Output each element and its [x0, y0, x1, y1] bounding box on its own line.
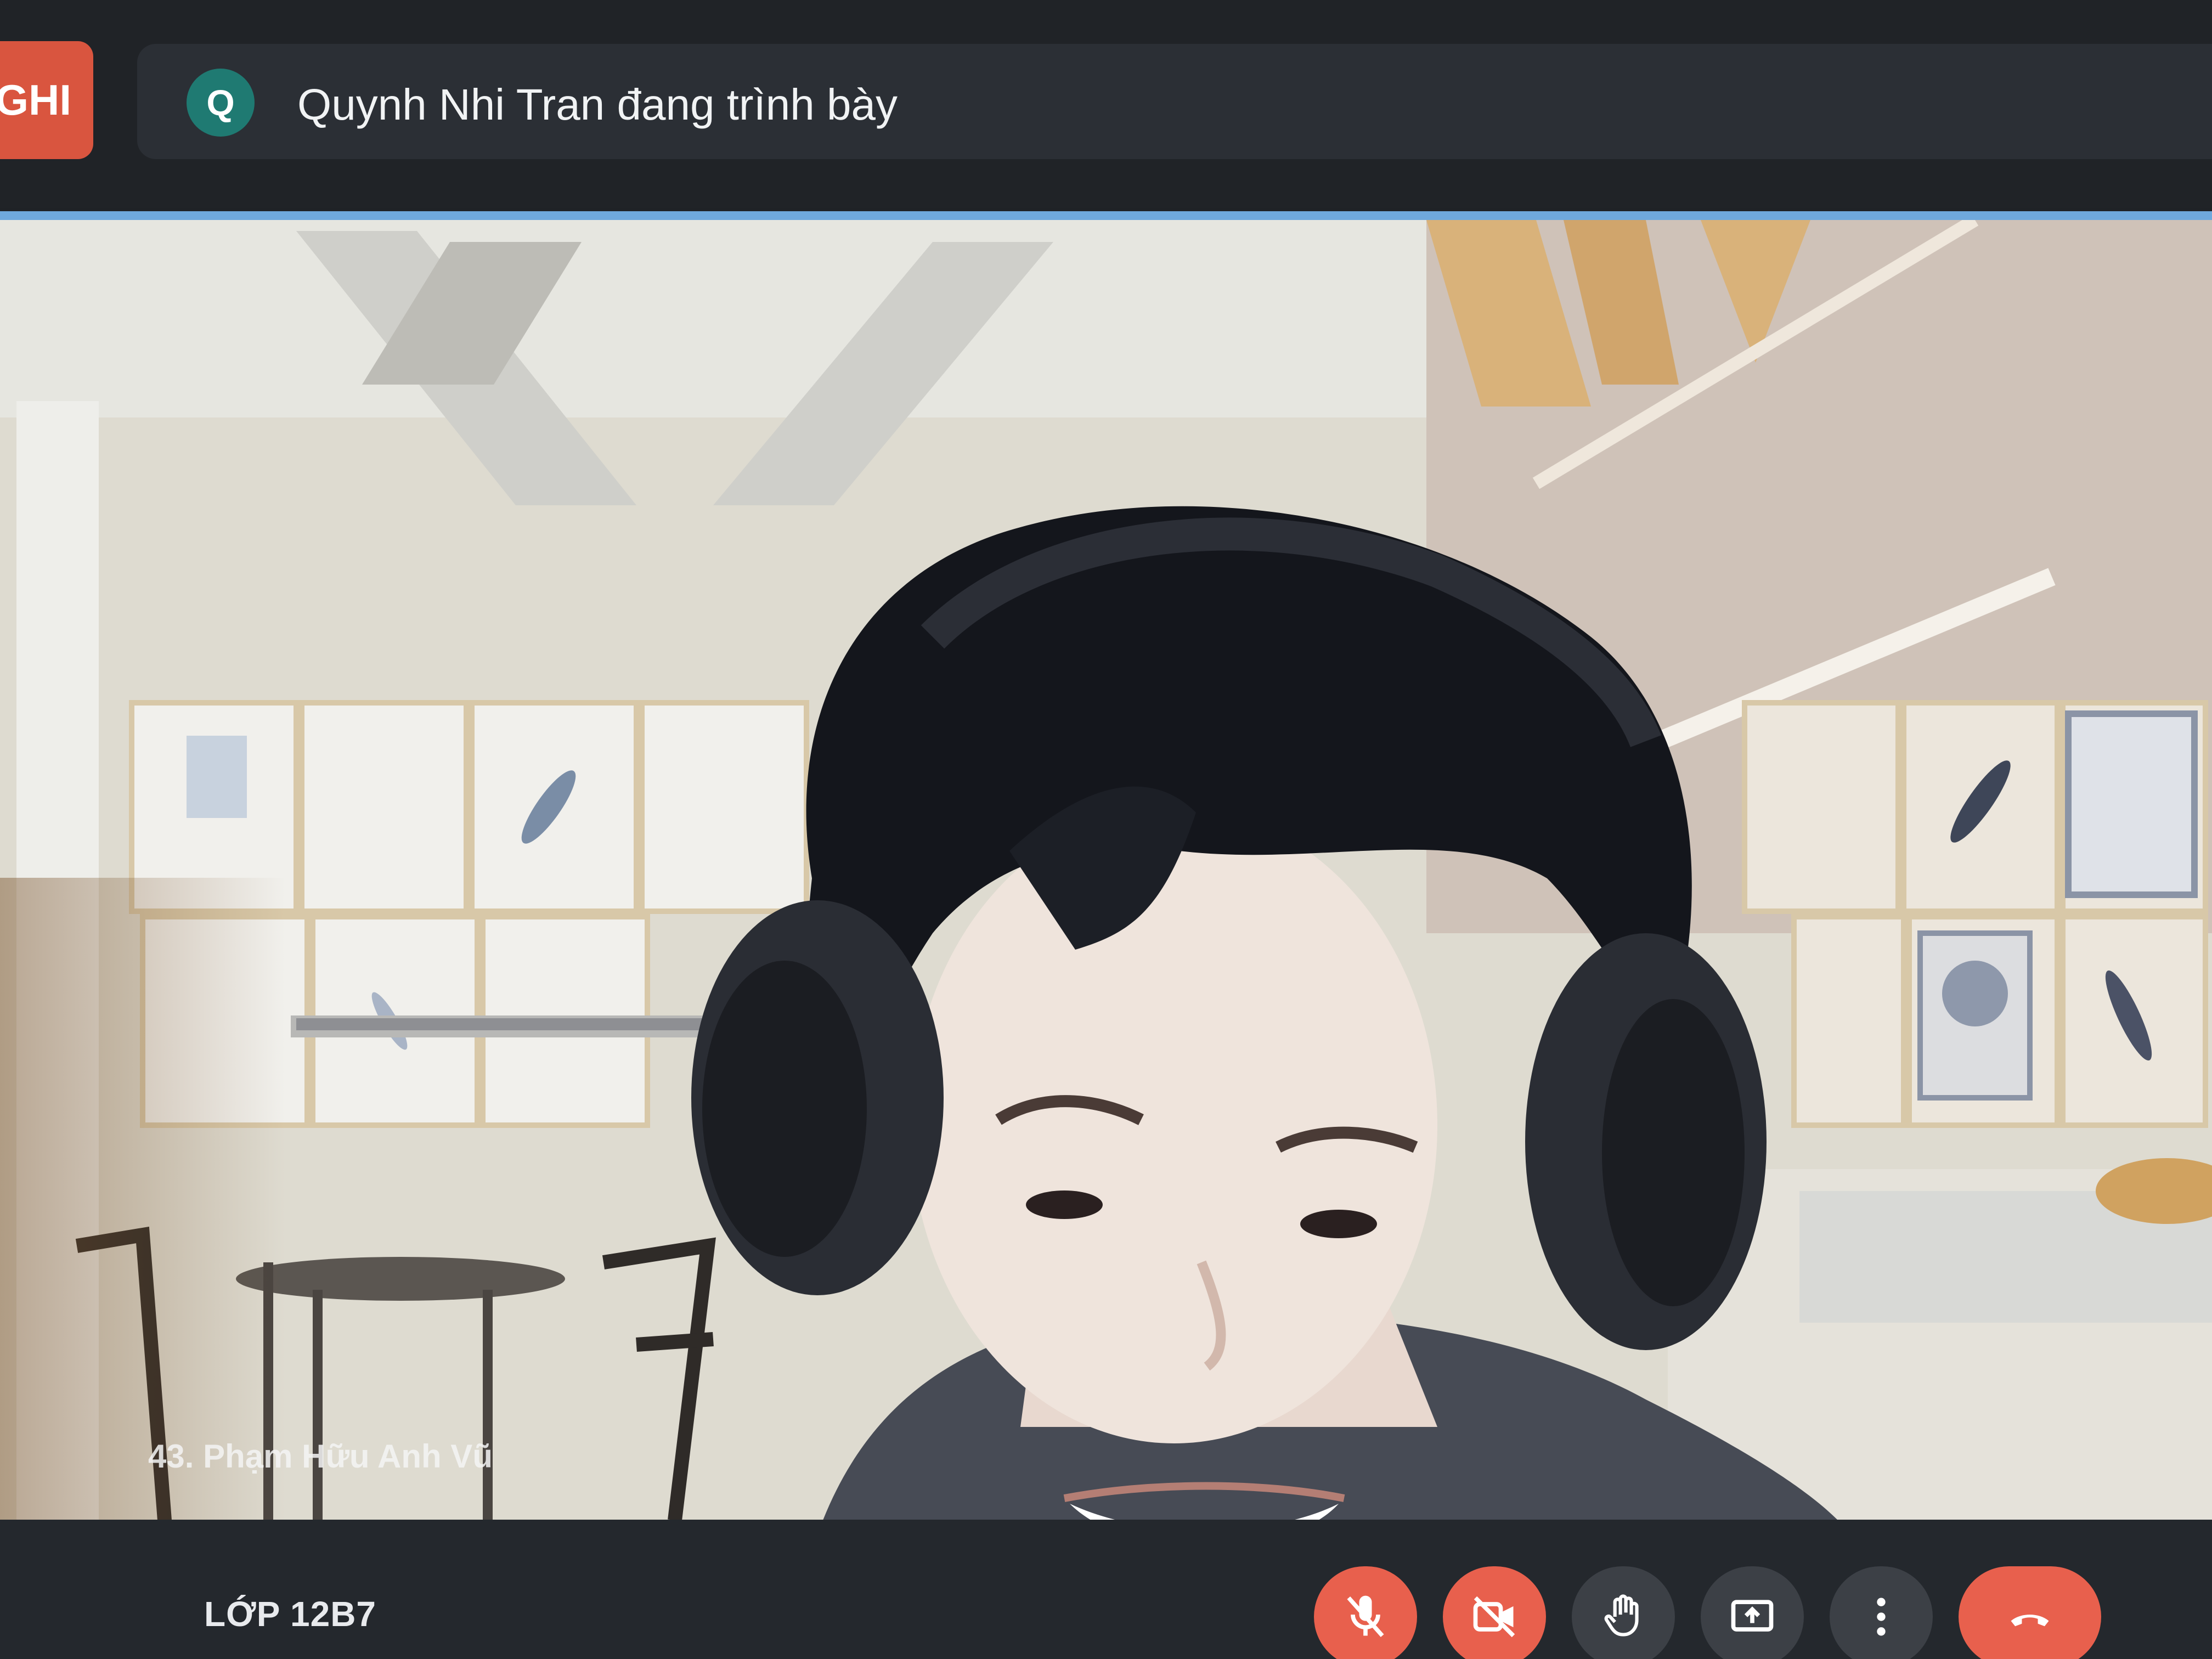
presenter-avatar-letter: Q: [206, 82, 235, 123]
participant-video-tile[interactable]: [0, 211, 2212, 1520]
recording-badge[interactable]: GHI: [0, 41, 93, 159]
more-vert-icon: [1877, 1598, 1886, 1636]
presenter-status-text: Quynh Nhi Tran đang trình bày: [297, 80, 898, 129]
present-screen-icon: [1731, 1600, 1774, 1632]
presenter-avatar: Q: [187, 69, 255, 137]
mic-off-icon: [1347, 1595, 1384, 1638]
meeting-title: LỚP 12B7: [204, 1594, 376, 1634]
call-end-icon: [2011, 1615, 2049, 1627]
mic-button[interactable]: [1314, 1566, 1417, 1659]
recording-badge-label: GHI: [0, 76, 71, 124]
leave-call-button[interactable]: [1959, 1566, 2101, 1659]
camera-button[interactable]: [1443, 1566, 1546, 1659]
present-button[interactable]: [1701, 1566, 1804, 1659]
camera-off-icon: [1473, 1596, 1515, 1638]
hand-icon: [1604, 1594, 1639, 1637]
participant-name-label: 43. Phạm Hữu Anh Vũ: [148, 1438, 493, 1475]
more-options-button[interactable]: [1830, 1566, 1933, 1659]
meet-window: GHI Q Quynh Nhi Tran đang trình bày 43. …: [0, 0, 2212, 1659]
presenter-banner[interactable]: Q Quynh Nhi Tran đang trình bày: [137, 44, 2212, 159]
raise-hand-button[interactable]: [1572, 1566, 1675, 1659]
participant-video-frame: [0, 220, 2212, 1520]
